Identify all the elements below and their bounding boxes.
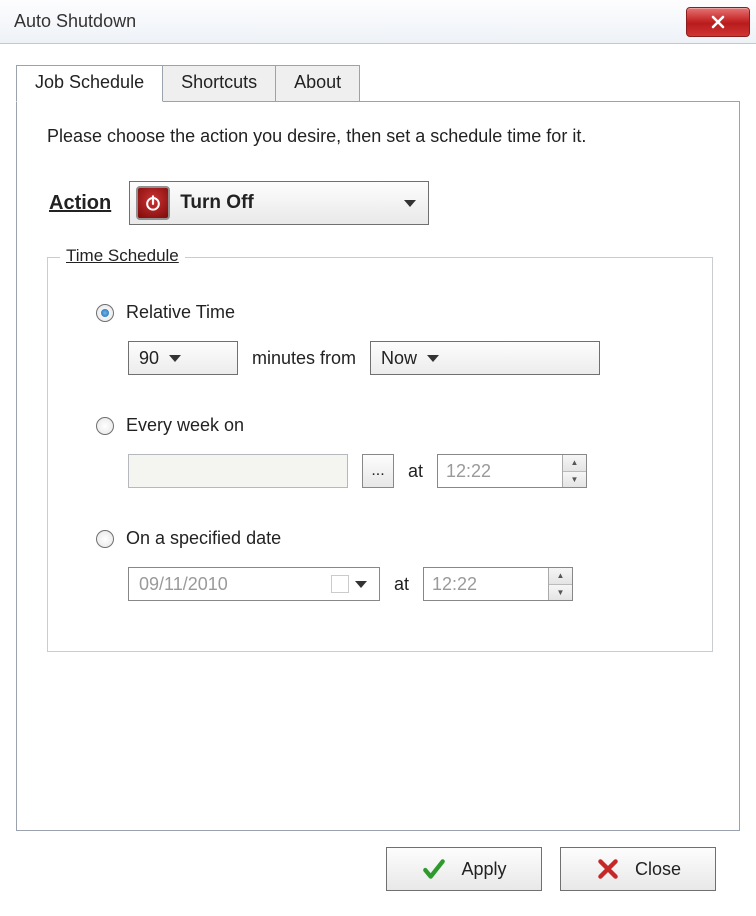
title-bar: Auto Shutdown: [0, 0, 756, 44]
minutes-select[interactable]: 90: [128, 341, 238, 375]
radio-relative-label: Relative Time: [126, 302, 235, 323]
radio-relative-time[interactable]: [96, 304, 114, 322]
chevron-down-icon: [404, 200, 416, 207]
action-selected: Turn Off: [180, 192, 394, 214]
client-area: Job Schedule Shortcuts About Please choo…: [0, 44, 756, 905]
minutes-value: 90: [139, 348, 159, 369]
action-select[interactable]: Turn Off: [129, 181, 429, 225]
specified-time-value: 12:22: [432, 574, 548, 595]
close-button[interactable]: Close: [560, 847, 716, 891]
weekly-subrow: ... at 12:22 ▲ ▼: [128, 454, 678, 488]
tab-shortcuts[interactable]: Shortcuts: [162, 65, 276, 102]
weekly-days-input[interactable]: [128, 454, 348, 488]
specified-subrow: 09/11/2010 at 12:22 ▲ ▼: [128, 567, 678, 601]
chevron-down-icon: [169, 355, 181, 362]
apply-button[interactable]: Apply: [386, 847, 542, 891]
power-icon: [136, 186, 170, 220]
minutes-from-text: minutes from: [252, 348, 356, 369]
apply-label: Apply: [461, 859, 506, 880]
date-picker[interactable]: 09/11/2010: [128, 567, 380, 601]
weekly-at-text: at: [408, 461, 423, 482]
x-icon: [595, 856, 621, 882]
time-schedule-legend: Time Schedule: [60, 246, 185, 266]
weekly-time-value: 12:22: [446, 461, 562, 482]
window-close-button[interactable]: [686, 7, 750, 37]
from-value: Now: [381, 348, 417, 369]
action-label: Action: [49, 192, 111, 215]
from-select[interactable]: Now: [370, 341, 600, 375]
calendar-icon: [331, 575, 349, 593]
tab-about[interactable]: About: [275, 65, 360, 102]
weekly-days-browse-button[interactable]: ...: [362, 454, 394, 488]
relative-subrow: 90 minutes from Now: [128, 341, 678, 375]
specified-time-down[interactable]: ▼: [549, 585, 572, 601]
chevron-down-icon: [427, 355, 439, 362]
specified-time-up[interactable]: ▲: [549, 568, 572, 585]
radio-row-weekly: Every week on: [96, 415, 678, 436]
button-bar: Apply Close: [16, 831, 740, 891]
weekly-time-down[interactable]: ▼: [563, 472, 586, 488]
date-value: 09/11/2010: [139, 574, 325, 595]
close-icon: [708, 12, 728, 32]
tab-job-schedule[interactable]: Job Schedule: [16, 65, 163, 102]
close-label: Close: [635, 859, 681, 880]
tab-strip: Job Schedule Shortcuts About: [16, 64, 740, 101]
tab-page-job-schedule: Please choose the action you desire, the…: [16, 101, 740, 831]
radio-specified-label: On a specified date: [126, 528, 281, 549]
specified-time-spinner[interactable]: 12:22 ▲ ▼: [423, 567, 573, 601]
radio-weekly[interactable]: [96, 417, 114, 435]
radio-row-specified: On a specified date: [96, 528, 678, 549]
check-icon: [421, 856, 447, 882]
weekly-time-up[interactable]: ▲: [563, 455, 586, 472]
radio-specified-date[interactable]: [96, 530, 114, 548]
weekly-time-spinner[interactable]: 12:22 ▲ ▼: [437, 454, 587, 488]
time-schedule-group: Time Schedule Relative Time 90 minutes f…: [47, 257, 713, 652]
chevron-down-icon: [355, 581, 367, 588]
window-title: Auto Shutdown: [14, 11, 136, 32]
radio-row-relative: Relative Time: [96, 302, 678, 323]
action-row: Action Turn Off: [49, 181, 713, 225]
radio-weekly-label: Every week on: [126, 415, 244, 436]
specified-at-text: at: [394, 574, 409, 595]
intro-text: Please choose the action you desire, the…: [47, 126, 713, 147]
